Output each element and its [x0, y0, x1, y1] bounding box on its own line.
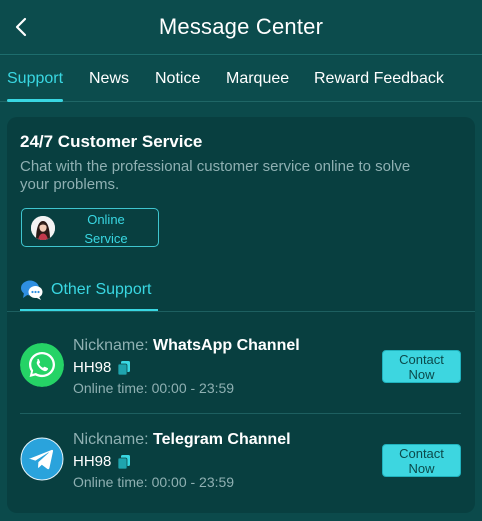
channel-nickname: Nickname: Telegram Channel: [73, 431, 291, 448]
tab-news[interactable]: News: [89, 56, 129, 102]
whatsapp-icon: [20, 343, 64, 387]
copy-icon[interactable]: [118, 360, 131, 375]
chat-bubbles-icon: [21, 280, 43, 300]
active-tab-indicator: [7, 99, 63, 102]
tab-marquee[interactable]: Marquee: [226, 56, 289, 102]
tab-support[interactable]: Support: [7, 56, 63, 102]
contact-now-button[interactable]: Contact Now: [382, 350, 461, 383]
channel-whatsapp: Nickname: WhatsApp Channel HH98 Online t…: [7, 327, 475, 417]
app-header: Message Center: [0, 0, 482, 55]
channel-online-time: Online time: 00:00 - 23:59: [73, 474, 235, 490]
channel-divider: [20, 413, 461, 414]
back-button[interactable]: [6, 12, 36, 42]
tab-notice[interactable]: Notice: [155, 56, 200, 102]
page-title: Message Center: [158, 14, 324, 39]
support-card: 24/7 Customer Service Chat with the prof…: [7, 117, 475, 513]
copy-icon[interactable]: [118, 454, 131, 469]
online-service-button[interactable]: Online Service: [21, 208, 159, 247]
customer-service-description: Chat with the professional customer serv…: [20, 158, 411, 193]
channel-online-time: Online time: 00:00 - 23:59: [73, 380, 235, 396]
other-support-tab[interactable]: Other Support: [20, 275, 160, 309]
tab-bar: Support News Notice Marquee Reward Feedb…: [0, 56, 482, 102]
agent-avatar: [31, 216, 55, 240]
chevron-left-icon: [15, 17, 27, 37]
tab-reward-feedback[interactable]: Reward Feedback: [314, 56, 444, 102]
other-support-label: Other Support: [51, 281, 152, 298]
channel-id: HH98: [73, 453, 131, 470]
telegram-icon: [20, 437, 64, 481]
section-divider: [7, 311, 475, 312]
customer-service-title: 24/7 Customer Service: [20, 132, 203, 151]
channel-id: HH98: [73, 359, 131, 376]
contact-now-button[interactable]: Contact Now: [382, 444, 461, 477]
channel-telegram: Nickname: Telegram Channel HH98 Online t…: [7, 421, 475, 511]
channel-nickname: Nickname: WhatsApp Channel: [73, 337, 300, 354]
online-service-label: Online Service: [84, 212, 128, 246]
